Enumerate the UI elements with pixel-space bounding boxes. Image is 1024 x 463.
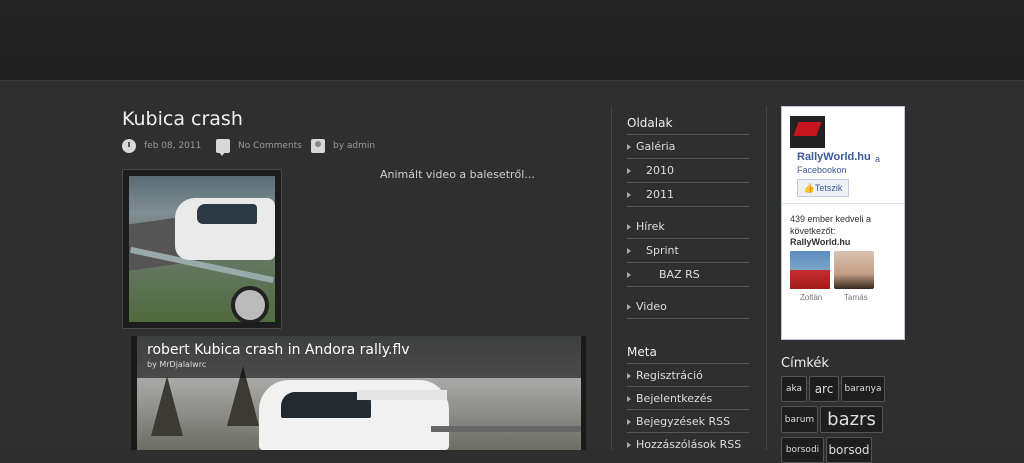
divider-line (627, 262, 749, 263)
divider-line (627, 363, 749, 364)
sidebar-item-galeria[interactable]: Galéria (627, 140, 675, 153)
meta-item-entries-rss[interactable]: Bejegyzések RSS (627, 415, 730, 428)
arrow-icon (627, 441, 631, 448)
fan-count: 439 ember kedveli a következőt: (790, 214, 872, 236)
divider-line (627, 432, 749, 433)
fan-page-name: RallyWorld.hu (790, 237, 851, 247)
arrow-icon (627, 247, 631, 254)
tag[interactable]: bazrs (820, 406, 883, 433)
sidebar-item-2011[interactable]: 2011 (627, 188, 674, 201)
like-label: Tetszik (814, 183, 843, 193)
sidebar-item-label[interactable]: Video (636, 300, 667, 313)
facebook-suffix: a (875, 154, 881, 164)
video-player[interactable]: robert Kubica crash in Andora rally.flv … (131, 336, 586, 450)
arrow-icon (627, 303, 631, 310)
post-date: feb 08, 2011 (122, 139, 201, 153)
tags-heading: Címkék (781, 356, 829, 371)
post-author-text[interactable]: by admin (333, 141, 375, 151)
fan-name[interactable]: Zoltán (800, 293, 822, 302)
facebook-like-box: RallyWorld.hu a Facebookon 👍 Tetszik 439 … (781, 106, 905, 340)
user-icon (311, 139, 325, 153)
sidebar-item-sprint[interactable]: Sprint (627, 244, 679, 257)
clock-icon (122, 139, 136, 153)
post-date-text: feb 08, 2011 (144, 141, 202, 151)
arrow-icon (627, 143, 631, 150)
post-excerpt: Animált video a balesetről... (380, 168, 535, 181)
divider-line (627, 182, 749, 183)
facebook-suffix2: Facebookon (797, 165, 847, 175)
site-header (0, 0, 1024, 81)
sidebar-item-label[interactable]: BAZ RS (659, 268, 700, 281)
meta-item-register[interactable]: Regisztráció (627, 369, 703, 382)
sidebar-item-2010[interactable]: 2010 (627, 164, 674, 177)
divider-line (627, 409, 749, 410)
sidebar-item-label[interactable]: Galéria (636, 140, 675, 153)
like-button[interactable]: 👍 Tetszik (797, 179, 849, 197)
crash-image (129, 176, 275, 322)
divider-line (627, 386, 749, 387)
sidebar-item-label[interactable]: 2010 (646, 164, 674, 177)
rallyworld-logo[interactable] (790, 116, 825, 148)
sidebar-item-baz-rs[interactable]: BAZ RS (627, 268, 700, 281)
divider-line (627, 206, 749, 207)
tag[interactable]: aka (781, 376, 807, 402)
meta-item-label[interactable]: Regisztráció (636, 369, 703, 382)
arrow-icon (627, 372, 631, 379)
arrow-icon (627, 191, 631, 198)
fan-name[interactable]: Tamás (844, 293, 868, 302)
post-author: by admin (311, 139, 375, 153)
arrow-icon (627, 167, 631, 174)
sidebar-item-hirek[interactable]: Hírek (627, 220, 665, 233)
video-byline[interactable]: by MrDjalalwrc (147, 360, 206, 369)
divider-line (627, 158, 749, 159)
divider-line (627, 286, 749, 287)
arrow-icon (627, 223, 631, 230)
comment-icon (216, 139, 230, 156)
thumbs-up-icon: 👍 (803, 182, 815, 193)
pages-heading: Oldalak (627, 116, 673, 130)
post-title[interactable]: Kubica crash (122, 108, 243, 130)
column-divider (766, 106, 767, 450)
meta-item-label[interactable]: Bejegyzések RSS (636, 415, 730, 428)
arrow-icon (627, 271, 631, 278)
divider-line (627, 238, 749, 239)
meta-heading: Meta (627, 345, 657, 359)
tag[interactable]: baranya (841, 376, 885, 402)
arrow-icon (627, 395, 631, 402)
post-comments-link[interactable]: No Comments (238, 141, 302, 151)
sidebar-item-label[interactable]: Sprint (646, 244, 679, 257)
video-title-bar: robert Kubica crash in Andora rally.flv … (137, 336, 581, 378)
tag[interactable]: borsodi (781, 437, 824, 463)
meta-item-label[interactable]: Bejelentkezés (636, 392, 712, 405)
sidebar-item-label[interactable]: Hírek (636, 220, 665, 233)
tag[interactable]: barum (781, 406, 818, 433)
fan-avatar[interactable] (790, 251, 830, 289)
divider-line (627, 318, 749, 319)
sidebar-item-video[interactable]: Video (627, 300, 667, 313)
divider-line (627, 134, 749, 135)
meta-item-label[interactable]: Hozzászólások RSS (636, 438, 741, 451)
sidebar-item-label[interactable]: 2011 (646, 188, 674, 201)
post-thumbnail[interactable] (122, 169, 282, 329)
meta-item-login[interactable]: Bejelentkezés (627, 392, 712, 405)
divider-line (782, 203, 904, 204)
post-comments[interactable]: No Comments (216, 139, 302, 156)
arrow-icon (627, 418, 631, 425)
video-title[interactable]: robert Kubica crash in Andora rally.flv (147, 342, 410, 358)
fan-avatar[interactable] (834, 251, 874, 289)
facebook-page-name[interactable]: RallyWorld.hu (797, 151, 871, 163)
tag[interactable]: arc (809, 376, 839, 402)
meta-item-comments-rss[interactable]: Hozzászólások RSS (627, 438, 741, 451)
tag[interactable]: borsod (826, 437, 872, 463)
column-divider (611, 106, 612, 450)
